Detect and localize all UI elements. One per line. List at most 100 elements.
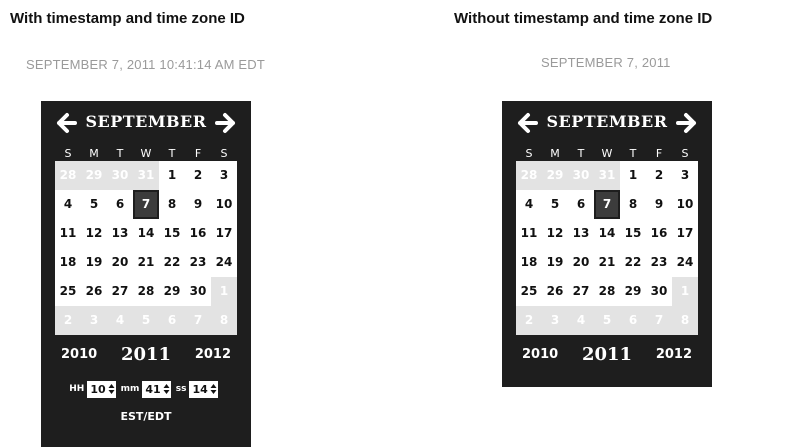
day-cell[interactable]: 20	[568, 248, 594, 277]
day-cell[interactable]: 23	[646, 248, 672, 277]
other-month-day[interactable]: 5	[133, 306, 159, 335]
other-month-day[interactable]: 5	[594, 306, 620, 335]
other-month-day[interactable]: 8	[672, 306, 698, 335]
seconds-value[interactable]: 14	[192, 383, 207, 396]
day-cell[interactable]: 10	[211, 190, 237, 219]
day-cell[interactable]: 23	[185, 248, 211, 277]
day-cell[interactable]: 25	[55, 277, 81, 306]
day-cell[interactable]: 25	[516, 277, 542, 306]
day-cell[interactable]: 12	[81, 219, 107, 248]
day-cell[interactable]: 17	[211, 219, 237, 248]
day-cell[interactable]: 8	[620, 190, 646, 219]
seconds-stepper[interactable]: 14	[189, 380, 218, 398]
spinner-arrows-icon[interactable]	[163, 383, 170, 395]
next-month-arrow-icon[interactable]	[215, 112, 237, 134]
day-cell[interactable]: 1	[159, 161, 185, 190]
day-cell[interactable]: 3	[672, 161, 698, 190]
other-month-day[interactable]: 2	[55, 306, 81, 335]
day-cell[interactable]: 2	[646, 161, 672, 190]
day-cell[interactable]: 14	[133, 219, 159, 248]
other-month-day[interactable]: 4	[107, 306, 133, 335]
day-cell[interactable]: 15	[159, 219, 185, 248]
other-month-day[interactable]: 29	[542, 161, 568, 190]
day-cell[interactable]: 16	[185, 219, 211, 248]
minutes-value[interactable]: 41	[145, 383, 160, 396]
day-cell[interactable]: 4	[516, 190, 542, 219]
day-cell[interactable]: 30	[185, 277, 211, 306]
day-cell[interactable]: 6	[568, 190, 594, 219]
day-cell[interactable]: 2	[185, 161, 211, 190]
next-year[interactable]: 2012	[195, 347, 231, 362]
day-cell[interactable]: 22	[620, 248, 646, 277]
hours-value[interactable]: 10	[90, 383, 105, 396]
day-cell[interactable]: 9	[185, 190, 211, 219]
day-cell[interactable]: 15	[620, 219, 646, 248]
timezone-selector[interactable]: EST/EDT	[41, 401, 251, 433]
spinner-arrows-icon[interactable]	[210, 383, 217, 395]
day-cell[interactable]: 18	[55, 248, 81, 277]
day-cell[interactable]: 17	[672, 219, 698, 248]
day-cell[interactable]: 26	[81, 277, 107, 306]
day-cell[interactable]: 11	[55, 219, 81, 248]
day-cell[interactable]: 19	[81, 248, 107, 277]
current-year[interactable]: 2011	[121, 344, 171, 365]
other-month-day[interactable]: 28	[516, 161, 542, 190]
day-cell[interactable]: 21	[594, 248, 620, 277]
other-month-day[interactable]: 4	[568, 306, 594, 335]
day-cell[interactable]: 14	[594, 219, 620, 248]
day-cell[interactable]: 19	[542, 248, 568, 277]
selected-day[interactable]: 7	[133, 190, 159, 219]
day-cell[interactable]: 30	[646, 277, 672, 306]
other-month-day[interactable]: 2	[516, 306, 542, 335]
day-cell[interactable]: 27	[107, 277, 133, 306]
day-cell[interactable]: 18	[516, 248, 542, 277]
day-cell[interactable]: 24	[211, 248, 237, 277]
current-year[interactable]: 2011	[582, 344, 632, 365]
selected-day[interactable]: 7	[594, 190, 620, 219]
hours-stepper[interactable]: 10	[87, 380, 116, 398]
day-cell[interactable]: 1	[620, 161, 646, 190]
other-month-day[interactable]: 7	[646, 306, 672, 335]
day-cell[interactable]: 9	[646, 190, 672, 219]
day-cell[interactable]: 11	[516, 219, 542, 248]
other-month-day[interactable]: 8	[211, 306, 237, 335]
other-month-day[interactable]: 3	[81, 306, 107, 335]
day-cell[interactable]: 8	[159, 190, 185, 219]
other-month-day[interactable]: 28	[55, 161, 81, 190]
other-month-day[interactable]: 30	[107, 161, 133, 190]
day-cell[interactable]: 28	[133, 277, 159, 306]
day-cell[interactable]: 27	[568, 277, 594, 306]
other-month-day[interactable]: 6	[159, 306, 185, 335]
day-cell[interactable]: 12	[542, 219, 568, 248]
day-cell[interactable]: 6	[107, 190, 133, 219]
other-month-day[interactable]: 7	[185, 306, 211, 335]
next-month-arrow-icon[interactable]	[676, 112, 698, 134]
other-month-day[interactable]: 30	[568, 161, 594, 190]
other-month-day[interactable]: 31	[594, 161, 620, 190]
day-cell[interactable]: 21	[133, 248, 159, 277]
day-cell[interactable]: 5	[542, 190, 568, 219]
spinner-arrows-icon[interactable]	[108, 383, 115, 395]
day-cell[interactable]: 26	[542, 277, 568, 306]
day-cell[interactable]: 3	[211, 161, 237, 190]
minutes-stepper[interactable]: 41	[142, 380, 171, 398]
day-cell[interactable]: 29	[620, 277, 646, 306]
day-cell[interactable]: 24	[672, 248, 698, 277]
other-month-day[interactable]: 6	[620, 306, 646, 335]
other-month-day[interactable]: 29	[81, 161, 107, 190]
other-month-day[interactable]: 3	[542, 306, 568, 335]
day-cell[interactable]: 4	[55, 190, 81, 219]
day-cell[interactable]: 10	[672, 190, 698, 219]
next-year[interactable]: 2012	[656, 347, 692, 362]
day-cell[interactable]: 20	[107, 248, 133, 277]
day-cell[interactable]: 5	[81, 190, 107, 219]
other-month-day[interactable]: 1	[672, 277, 698, 306]
day-cell[interactable]: 16	[646, 219, 672, 248]
day-cell[interactable]: 13	[107, 219, 133, 248]
other-month-day[interactable]: 31	[133, 161, 159, 190]
other-month-day[interactable]: 1	[211, 277, 237, 306]
day-cell[interactable]: 28	[594, 277, 620, 306]
day-cell[interactable]: 22	[159, 248, 185, 277]
day-cell[interactable]: 13	[568, 219, 594, 248]
day-cell[interactable]: 29	[159, 277, 185, 306]
